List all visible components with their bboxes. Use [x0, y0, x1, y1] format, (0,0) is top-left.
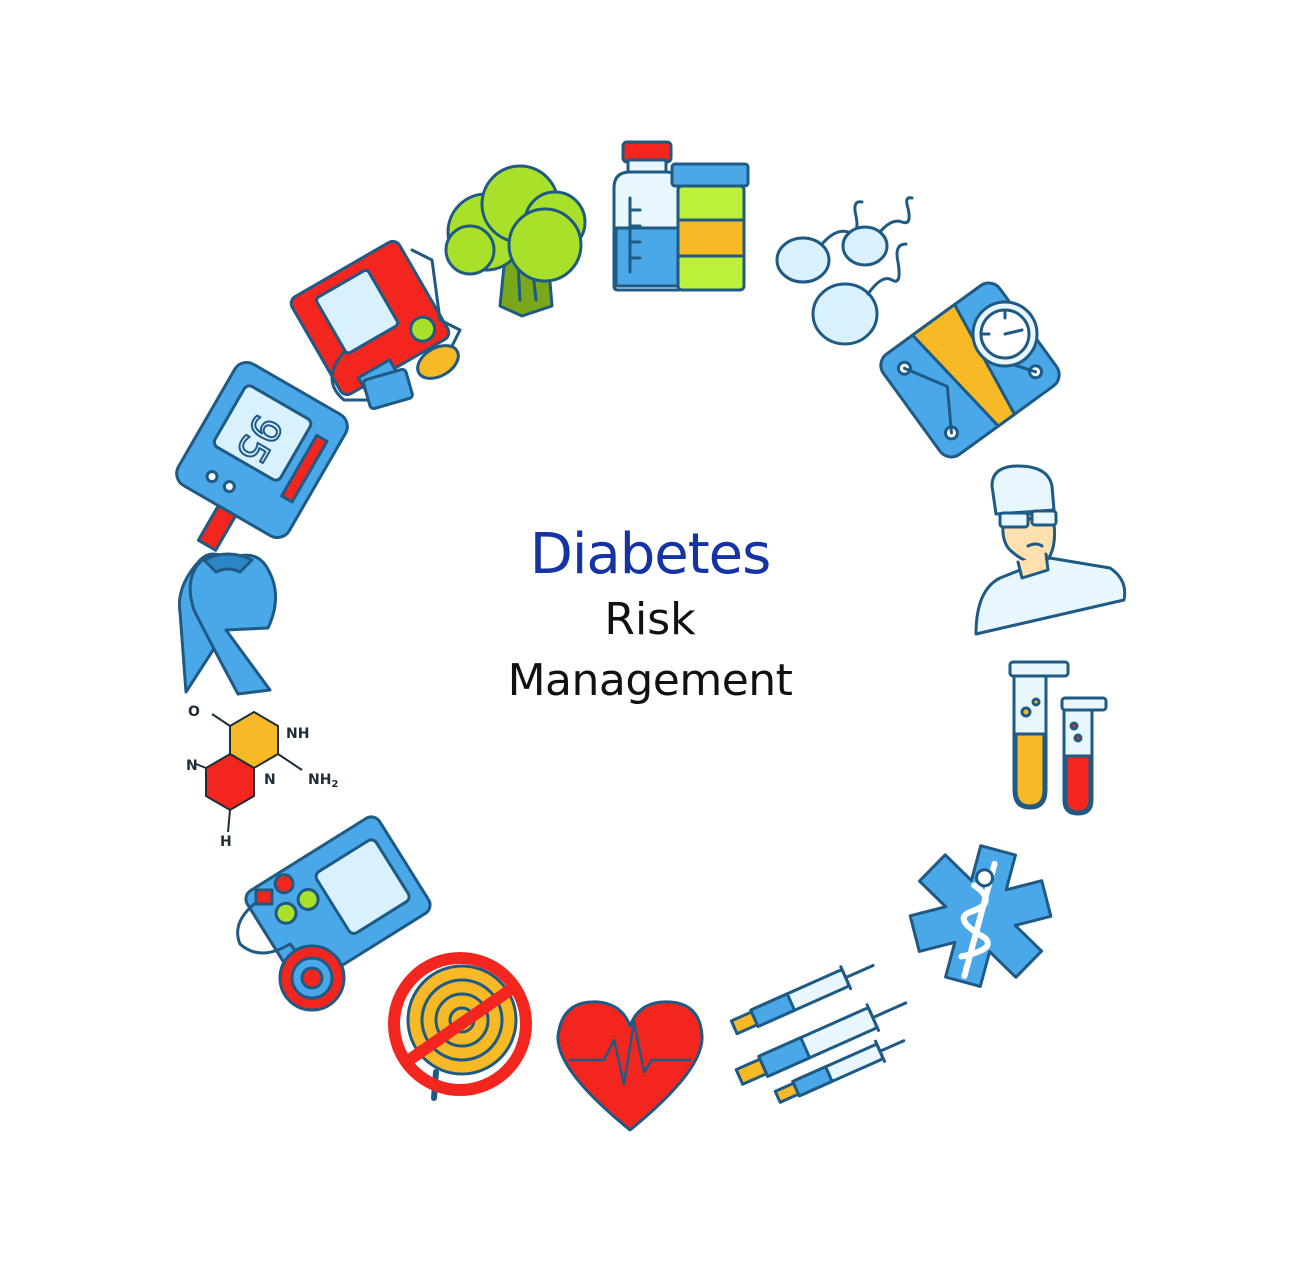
syringes-icon — [729, 963, 908, 1104]
title-diabetes: Diabetes — [529, 522, 772, 587]
molecule-label-n-left: N — [186, 758, 198, 774]
doctor-icon — [974, 464, 1127, 636]
no-sweets-icon — [388, 952, 532, 1101]
title-risk: Risk — [604, 594, 696, 645]
test-tubes-icon — [1008, 660, 1108, 816]
molecule-label-nh2: NH — [308, 772, 331, 788]
glucometer-icon: 95 — [175, 361, 349, 552]
molecule-label-o: O — [188, 704, 200, 720]
sperm-icon — [775, 196, 914, 346]
title-block: Diabetes Risk Management — [400, 520, 900, 712]
ribbon-icon — [177, 552, 278, 696]
scale-icon — [879, 281, 1061, 459]
blood-pressure-monitor-icon — [289, 239, 462, 411]
molecule-icon: O NH NH2 N N H — [186, 704, 338, 850]
heart-icon — [556, 1000, 704, 1132]
broccoli-icon — [444, 164, 587, 318]
title-management: Management — [507, 655, 793, 706]
molecule-label-n-mid: N — [264, 772, 276, 788]
svg-text:NH2: NH2 — [308, 772, 338, 790]
molecule-label-h: H — [220, 834, 232, 850]
star-of-life-icon — [908, 844, 1053, 988]
sample-bottles-icon — [612, 140, 750, 292]
molecule-label-nh2-sub: 2 — [331, 779, 338, 790]
molecule-label-nh: NH — [286, 726, 309, 742]
